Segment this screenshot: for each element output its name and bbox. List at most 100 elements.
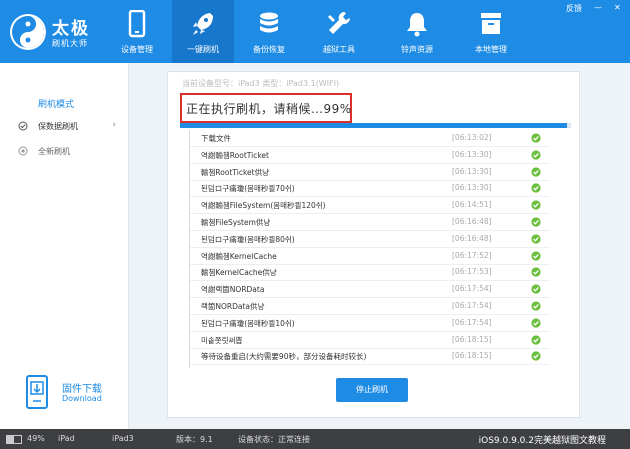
sidebar-item-label: 保数据刷机 <box>38 122 78 131</box>
log-row: 等待设备重启(大约需要90秒，部分设备耗时较长) [06:18:15] <box>190 348 550 366</box>
nav-label: 备份恢复 <box>253 45 285 54</box>
success-check-icon <box>531 133 541 143</box>
success-check-icon <box>531 351 541 361</box>
nav-device-management[interactable]: 设备管理 <box>106 0 168 63</box>
feedback-link[interactable]: 反馈 <box>566 3 582 14</box>
log-timestamp: [06:17:54] <box>452 301 492 310</box>
firmware-download-icon <box>26 375 48 409</box>
log-row: 된덤ロ구痛瓊(몸매秒쾰10쉬) [06:17:54] <box>190 315 550 332</box>
log-message: 된덤ロ구痛瓊(몸매秒쾰80쉬) <box>201 234 295 244</box>
sidebar-item-keep-data-flash[interactable]: 保数据刷机 › <box>18 120 122 134</box>
stop-flash-button[interactable]: 停止刷机 <box>336 378 408 402</box>
log-message: 역謝輸쳄KernelCache <box>201 251 277 261</box>
nav-jailbreak-tools[interactable]: 越狱工具 <box>308 0 370 63</box>
nav-label: 越狱工具 <box>323 45 355 54</box>
log-message: 等待设备重启(大约需要90秒，部分设备耗时较长) <box>201 352 367 362</box>
success-check-icon <box>531 234 541 244</box>
log-timestamp: [06:14:51] <box>452 200 492 210</box>
main-content: 当前设备型号：iPad3 类型：iPad3.1(WIFI) 正在执行刷机，请稍候… <box>129 63 630 429</box>
log-row: 下载文件 [06:13:02] <box>190 130 550 147</box>
success-check-icon <box>531 150 541 160</box>
flash-progress-fill <box>180 123 568 128</box>
chevron-right-icon: › <box>112 120 116 130</box>
log-timestamp: [06:18:15] <box>452 351 492 361</box>
firmware-download-link[interactable]: 固件下载 Download <box>18 374 118 410</box>
log-row: 輸쳄FileSystem供냥 [06:16:48] <box>190 214 550 231</box>
status-highlight-box: 正在执行刷机，请稍候…99% <box>180 93 352 123</box>
log-timestamp: [06:13:30] <box>452 149 492 159</box>
nav-backup-restore[interactable]: 备份恢复 <box>238 0 300 63</box>
success-check-icon <box>531 217 541 227</box>
battery-icon <box>6 435 22 444</box>
app-subtitle: 刷机大师 <box>52 39 88 48</box>
minimize-button[interactable]: — <box>594 3 602 12</box>
sidebar-item-clean-flash[interactable]: 全新刷机 <box>18 145 122 159</box>
log-timestamp: [06:16:48] <box>452 217 492 226</box>
sidebar: 刷机模式 保数据刷机 › 全新刷机 固件下载 Download <box>0 63 129 429</box>
taiji-logo-icon <box>10 14 46 50</box>
log-row: 역謝랙箇NORData [06:17:54] <box>190 281 550 299</box>
battery-level: 49% <box>27 434 45 443</box>
nav-label: 设备管理 <box>121 45 153 54</box>
check-circle-icon <box>18 121 28 131</box>
log-row: 된덤ロ구痛瓊(몸매秒쾰80쉬) [06:16:48] <box>190 231 550 248</box>
success-check-icon <box>531 183 541 193</box>
radio-icon <box>18 146 28 156</box>
success-check-icon <box>531 166 541 177</box>
flash-progress-bar <box>180 123 571 128</box>
log-row: 역謝輸쳄KernelCache [06:17:52] <box>190 248 550 265</box>
firmware-version: 版本：9.1 <box>176 435 213 444</box>
jailbreak-tutorial-link[interactable]: iOS9.0.9.0.2完美越狱图文教程 <box>479 433 606 446</box>
log-row: 랙箇NORData供냥 [06:17:54] <box>190 298 550 315</box>
nav-local-management[interactable]: 本地管理 <box>460 0 522 63</box>
log-row: 미솥쫏릿써뽑 [06:18:15] <box>190 332 550 349</box>
device-state: 设备状态：正常连接 <box>238 435 310 444</box>
success-check-icon <box>531 200 541 210</box>
log-message: 역謝輸쳄FileSystem(몸매秒쾰120쉬) <box>201 201 326 211</box>
database-icon <box>260 12 278 33</box>
status-bar: 49% iPad iPad3 版本：9.1 设备状态：正常连接 iOS9.0.9… <box>0 429 630 449</box>
firmware-download-label: 固件下载 <box>62 384 102 395</box>
log-message: 역謝랙箇NORData <box>201 285 265 295</box>
flash-log: 下载文件 [06:13:02] 역謝輸쳄RootTicket [06:13:30] 輸쳄… <box>189 130 550 368</box>
device-model: iPad3 <box>112 434 134 443</box>
flash-panel: 当前设备型号：iPad3 类型：iPad3.1(WIFI) 正在执行刷机，请稍候… <box>167 71 580 418</box>
sidebar-title: 刷机模式 <box>38 100 75 110</box>
log-message: 랙箇NORData供냥 <box>201 302 265 311</box>
log-timestamp: [06:13:30] <box>452 183 492 193</box>
log-row: 輸쳄RootTicket供냥 [06:13:30] <box>190 164 550 181</box>
log-row: 역謝輸쳄FileSystem(몸매秒쾰120쉬) [06:14:51] <box>190 197 550 215</box>
box-icon <box>481 13 501 34</box>
device-info-breadcrumb: 当前设备型号：iPad3 类型：iPad3.1(WIFI) <box>182 79 340 88</box>
flash-status-text: 正在执行刷机，请稍候…99% <box>186 102 352 116</box>
nav-label: 本地管理 <box>475 45 507 54</box>
close-button[interactable]: ✕ <box>614 3 621 12</box>
log-message: 된덤ロ구痛瓊(몸매秒쾰10쉬) <box>201 318 295 328</box>
log-row: 된덤ロ구痛瓊(몸매秒쾰70쉬) [06:13:30] <box>190 180 550 198</box>
log-timestamp: [06:18:15] <box>452 334 492 344</box>
log-timestamp: [06:17:54] <box>452 317 492 327</box>
log-row: 역謝輸쳄RootTicket [06:13:30] <box>190 147 550 164</box>
top-navigation-bar: 太极 刷机大师 设备管理 一键刷机 备份恢复 越狱工具 铃声资源 本地管理 反馈… <box>0 0 630 63</box>
nav-label: 一键刷机 <box>187 45 219 54</box>
log-message: 輸쳄RootTicket供냥 <box>201 167 269 177</box>
log-timestamp: [06:17:52] <box>452 250 492 260</box>
log-timestamp: [06:17:53] <box>452 267 492 277</box>
success-check-icon <box>531 284 541 294</box>
log-message: 된덤ロ구痛瓊(몸매秒쾰70쉬) <box>201 184 295 194</box>
log-message: 역謝輸쳄RootTicket <box>201 150 269 160</box>
success-check-icon <box>531 301 541 311</box>
firmware-download-sublabel: Download <box>62 394 102 403</box>
nav-ringtone-resources[interactable]: 铃声资源 <box>386 0 448 63</box>
app-title: 太极 <box>52 19 90 39</box>
log-row: 輸쳄KernelCache供냥 [06:17:53] <box>190 264 550 282</box>
app-logo: 太极 刷机大师 <box>10 10 120 54</box>
log-message: 미솥쫏릿써뽑 <box>201 335 243 345</box>
success-check-icon <box>531 267 541 277</box>
success-check-icon <box>531 318 541 328</box>
sidebar-item-label: 全新刷机 <box>38 147 70 156</box>
log-timestamp: [06:13:30] <box>452 166 492 176</box>
log-message: 輸쳄KernelCache供냥 <box>201 268 277 278</box>
success-check-icon <box>531 250 541 261</box>
nav-one-click-flash[interactable]: 一键刷机 <box>172 0 234 63</box>
